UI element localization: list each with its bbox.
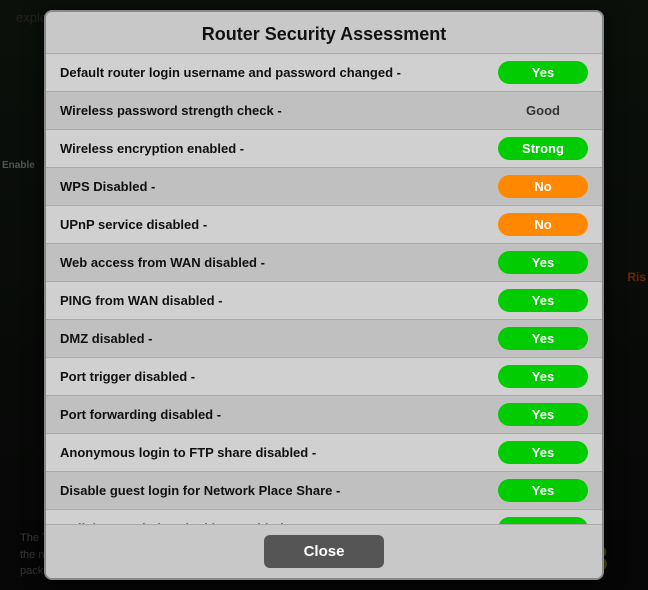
row-label: Disable guest login for Network Place Sh…	[60, 483, 498, 498]
row-value: No	[498, 175, 588, 198]
table-row: Malicious Website Blocking enabled -Yes	[46, 510, 602, 524]
row-label: Port trigger disabled -	[60, 369, 498, 384]
row-label: Wireless password strength check -	[60, 103, 498, 118]
table-row: UPnP service disabled -No	[46, 206, 602, 244]
row-value: Yes	[498, 441, 588, 464]
table-row: Disable guest login for Network Place Sh…	[46, 472, 602, 510]
table-row: Anonymous login to FTP share disabled -Y…	[46, 434, 602, 472]
table-row: PING from WAN disabled -Yes	[46, 282, 602, 320]
row-label: UPnP service disabled -	[60, 217, 498, 232]
row-value: Strong	[498, 137, 588, 160]
modal-title: Router Security Assessment	[46, 12, 602, 54]
table-row: DMZ disabled -Yes	[46, 320, 602, 358]
row-label: DMZ disabled -	[60, 331, 498, 346]
table-row: WPS Disabled -No	[46, 168, 602, 206]
table-row: Port forwarding disabled -Yes	[46, 396, 602, 434]
table-row: Web access from WAN disabled -Yes	[46, 244, 602, 282]
row-value: No	[498, 213, 588, 236]
row-label: Default router login username and passwo…	[60, 65, 498, 80]
row-value: Yes	[498, 403, 588, 426]
row-value: Yes	[498, 61, 588, 84]
row-value: Good	[498, 99, 588, 122]
row-value: Yes	[498, 479, 588, 502]
modal-dialog: Router Security Assessment Default route…	[44, 10, 604, 580]
row-label: WPS Disabled -	[60, 179, 498, 194]
row-label: PING from WAN disabled -	[60, 293, 498, 308]
row-value: Yes	[498, 251, 588, 274]
close-button[interactable]: Close	[264, 535, 385, 568]
table-row: Wireless encryption enabled -Strong	[46, 130, 602, 168]
row-label: Wireless encryption enabled -	[60, 141, 498, 156]
table-row: Port trigger disabled -Yes	[46, 358, 602, 396]
row-label: Anonymous login to FTP share disabled -	[60, 445, 498, 460]
table-row: Wireless password strength check -Good	[46, 92, 602, 130]
table-row: Default router login username and passwo…	[46, 54, 602, 92]
row-value: Yes	[498, 289, 588, 312]
row-label: Web access from WAN disabled -	[60, 255, 498, 270]
modal-table: Default router login username and passwo…	[46, 54, 602, 524]
row-value: Yes	[498, 365, 588, 388]
row-value: Yes	[498, 517, 588, 524]
row-value: Yes	[498, 327, 588, 350]
row-label: Port forwarding disabled -	[60, 407, 498, 422]
modal-overlay: Router Security Assessment Default route…	[0, 0, 648, 590]
modal-footer: Close	[46, 524, 602, 578]
